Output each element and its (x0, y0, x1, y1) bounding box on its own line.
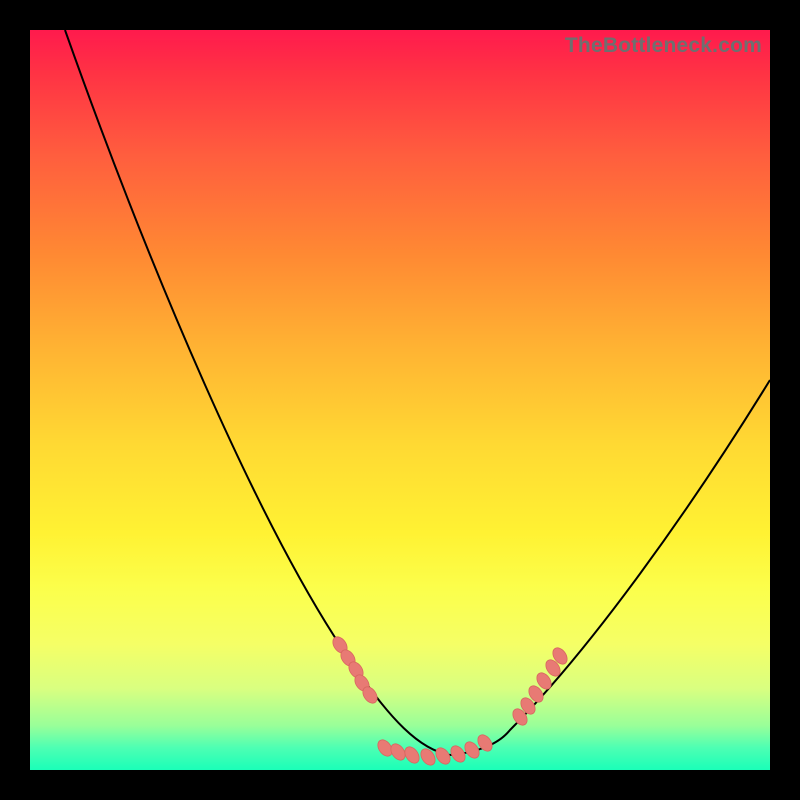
chart-frame: TheBottleneck.com (30, 30, 770, 770)
curve-left-path (65, 30, 450, 755)
marker-dot (402, 744, 422, 766)
marker-group (330, 634, 570, 768)
chart-svg (30, 30, 770, 770)
curve-right-path (450, 380, 770, 755)
marker-dot (433, 745, 453, 767)
